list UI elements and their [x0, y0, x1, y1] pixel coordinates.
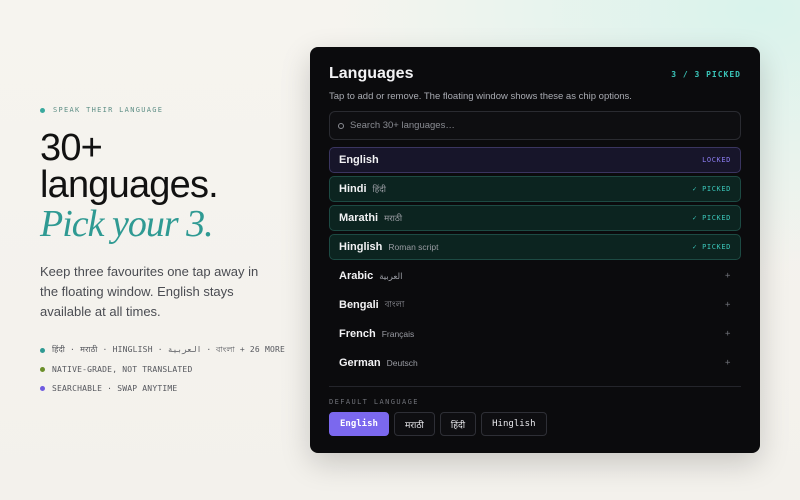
language-name: English — [339, 154, 379, 166]
headline-italic: Pick your 3. — [40, 203, 214, 245]
bullet-dot-icon — [40, 367, 45, 372]
language-row-english[interactable]: English LOCKED — [329, 147, 741, 173]
divider — [329, 386, 741, 387]
bullet-dot-icon — [40, 348, 45, 353]
panel-subtitle: Tap to add or remove. The floating windo… — [329, 91, 632, 102]
status-badge: ✓ PICKED — [692, 243, 731, 251]
language-name: French — [339, 328, 376, 340]
headline: 30+ languages. — [40, 127, 310, 206]
bullet-text: NATIVE-GRADE, NOT TRANSLATED — [52, 365, 193, 374]
eyebrow-text: SPEAK THEIR LANGUAGE — [53, 106, 164, 114]
language-native-name: Français — [381, 329, 415, 339]
search-box[interactable] — [329, 111, 741, 140]
chip-marathi[interactable]: मराठी — [393, 412, 435, 436]
chip-hindi[interactable]: हिंदी — [439, 412, 477, 436]
default-language-label: DEFAULT LANGUAGE — [329, 398, 419, 406]
language-name: Arabic — [339, 270, 374, 282]
chip-english[interactable]: English — [329, 412, 389, 436]
headline-line-1: 30+ — [40, 127, 103, 169]
languages-panel: Languages 3 / 3 PICKED Tap to add or rem… — [310, 47, 760, 453]
bullet-searchable: SEARCHABLE · SWAP ANYTIME — [40, 379, 310, 398]
language-name: Marathi — [339, 212, 379, 224]
bullet-dot-icon — [40, 386, 45, 391]
bullet-native: NATIVE-GRADE, NOT TRANSLATED — [40, 360, 310, 379]
language-row-arabic[interactable]: Arabic العربية + — [329, 263, 741, 289]
language-row-hindi[interactable]: Hindi हिंदी ✓ PICKED — [329, 176, 741, 202]
status-badge: ✓ PICKED — [692, 214, 731, 222]
language-native-name: हिंदी — [372, 183, 386, 194]
add-icon[interactable]: + — [725, 329, 731, 339]
chip-hinglish[interactable]: Hinglish — [481, 412, 547, 436]
language-name: German — [339, 357, 381, 369]
language-list: English LOCKED Hindi हिंदी ✓ PICKED Mara… — [329, 147, 741, 379]
panel-title: Languages — [329, 65, 414, 82]
status-badge: LOCKED — [702, 156, 731, 164]
language-name: Hindi — [339, 183, 367, 195]
eyebrow-dot-icon — [40, 107, 45, 113]
bullet-text: SEARCHABLE · SWAP ANYTIME — [52, 384, 178, 393]
bullet-languages: हिंदी · मराठी · HINGLISH · العربية · বাং… — [40, 341, 310, 360]
eyebrow: SPEAK THEIR LANGUAGE — [40, 106, 310, 114]
hero-description: Keep three favourites one tap away in th… — [40, 264, 259, 319]
status-badge: ✓ PICKED — [692, 185, 731, 193]
language-name: Hinglish — [339, 241, 383, 253]
language-row-french[interactable]: French Français + — [329, 321, 741, 347]
language-name: Bengali — [339, 299, 379, 311]
headline-line-2: languages. — [40, 164, 219, 206]
default-language-chips: English मराठी हिंदी Hinglish — [329, 412, 547, 436]
language-native-name: मराठी — [384, 212, 403, 223]
language-native-name: Roman script — [388, 242, 439, 252]
language-row-hinglish[interactable]: Hinglish Roman script ✓ PICKED — [329, 234, 741, 260]
language-native-name: Deutsch — [386, 358, 418, 368]
picked-count: 3 / 3 PICKED — [671, 70, 741, 79]
add-icon[interactable]: + — [725, 300, 731, 310]
search-icon — [338, 122, 344, 129]
language-native-name: বাংলা — [384, 299, 405, 309]
language-row-german[interactable]: German Deutsch + — [329, 350, 741, 376]
hero-section: SPEAK THEIR LANGUAGE 30+ languages. Pick… — [40, 106, 310, 398]
add-icon[interactable]: + — [725, 358, 731, 368]
search-input[interactable] — [350, 120, 730, 131]
language-row-bengali[interactable]: Bengali বাংলা + — [329, 292, 741, 318]
language-native-name: العربية — [379, 270, 403, 281]
bullet-text: हिंदी · मराठी · HINGLISH · العربية · বাং… — [52, 345, 286, 354]
feature-bullets: हिंदी · मराठी · HINGLISH · العربية · বাং… — [40, 341, 310, 398]
language-row-marathi[interactable]: Marathi मराठी ✓ PICKED — [329, 205, 741, 231]
add-icon[interactable]: + — [725, 271, 731, 281]
